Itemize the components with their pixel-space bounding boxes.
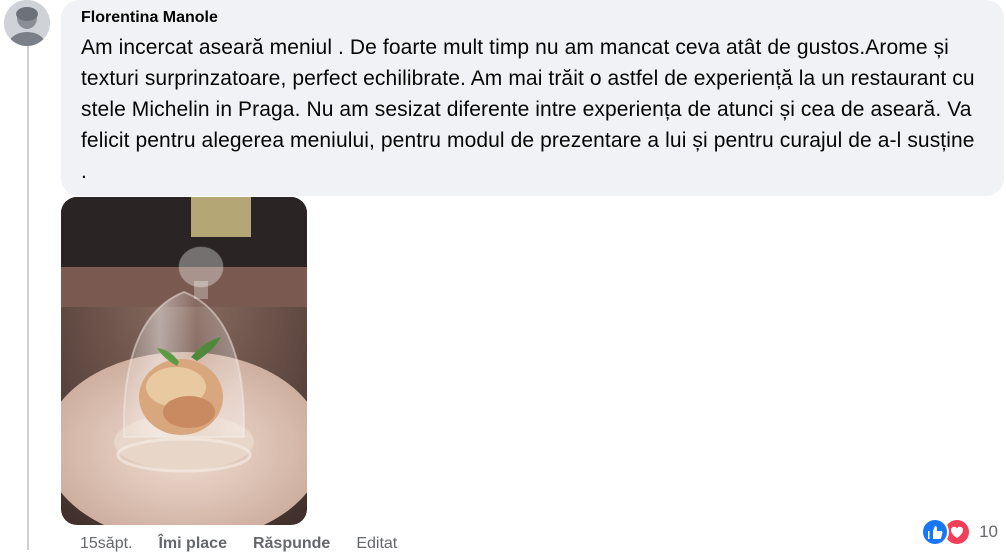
thread-line <box>27 46 29 550</box>
comment-photo[interactable] <box>61 197 307 525</box>
comment-text: Am incercat aseară meniul . De foarte mu… <box>81 36 975 183</box>
reaction-count: 10 <box>979 522 998 541</box>
dessert-photo <box>61 197 307 525</box>
avatar[interactable] <box>4 0 50 46</box>
like-icon <box>921 518 950 546</box>
reply-button[interactable]: Răspunde <box>253 535 330 553</box>
comment-actions: 15săpt. Îmi place Răspunde Editat <box>80 535 423 553</box>
comment-timestamp[interactable]: 15săpt. <box>80 535 132 553</box>
edited-label: Editat <box>356 535 398 552</box>
like-button[interactable]: Îmi place <box>158 535 226 553</box>
avatar-photo <box>4 0 50 46</box>
reaction-summary[interactable]: 10 <box>921 517 998 547</box>
comment-bubble: Florentina Manole Am incercat aseară men… <box>61 0 1004 196</box>
comment-author[interactable]: Florentina Manole <box>81 8 982 28</box>
